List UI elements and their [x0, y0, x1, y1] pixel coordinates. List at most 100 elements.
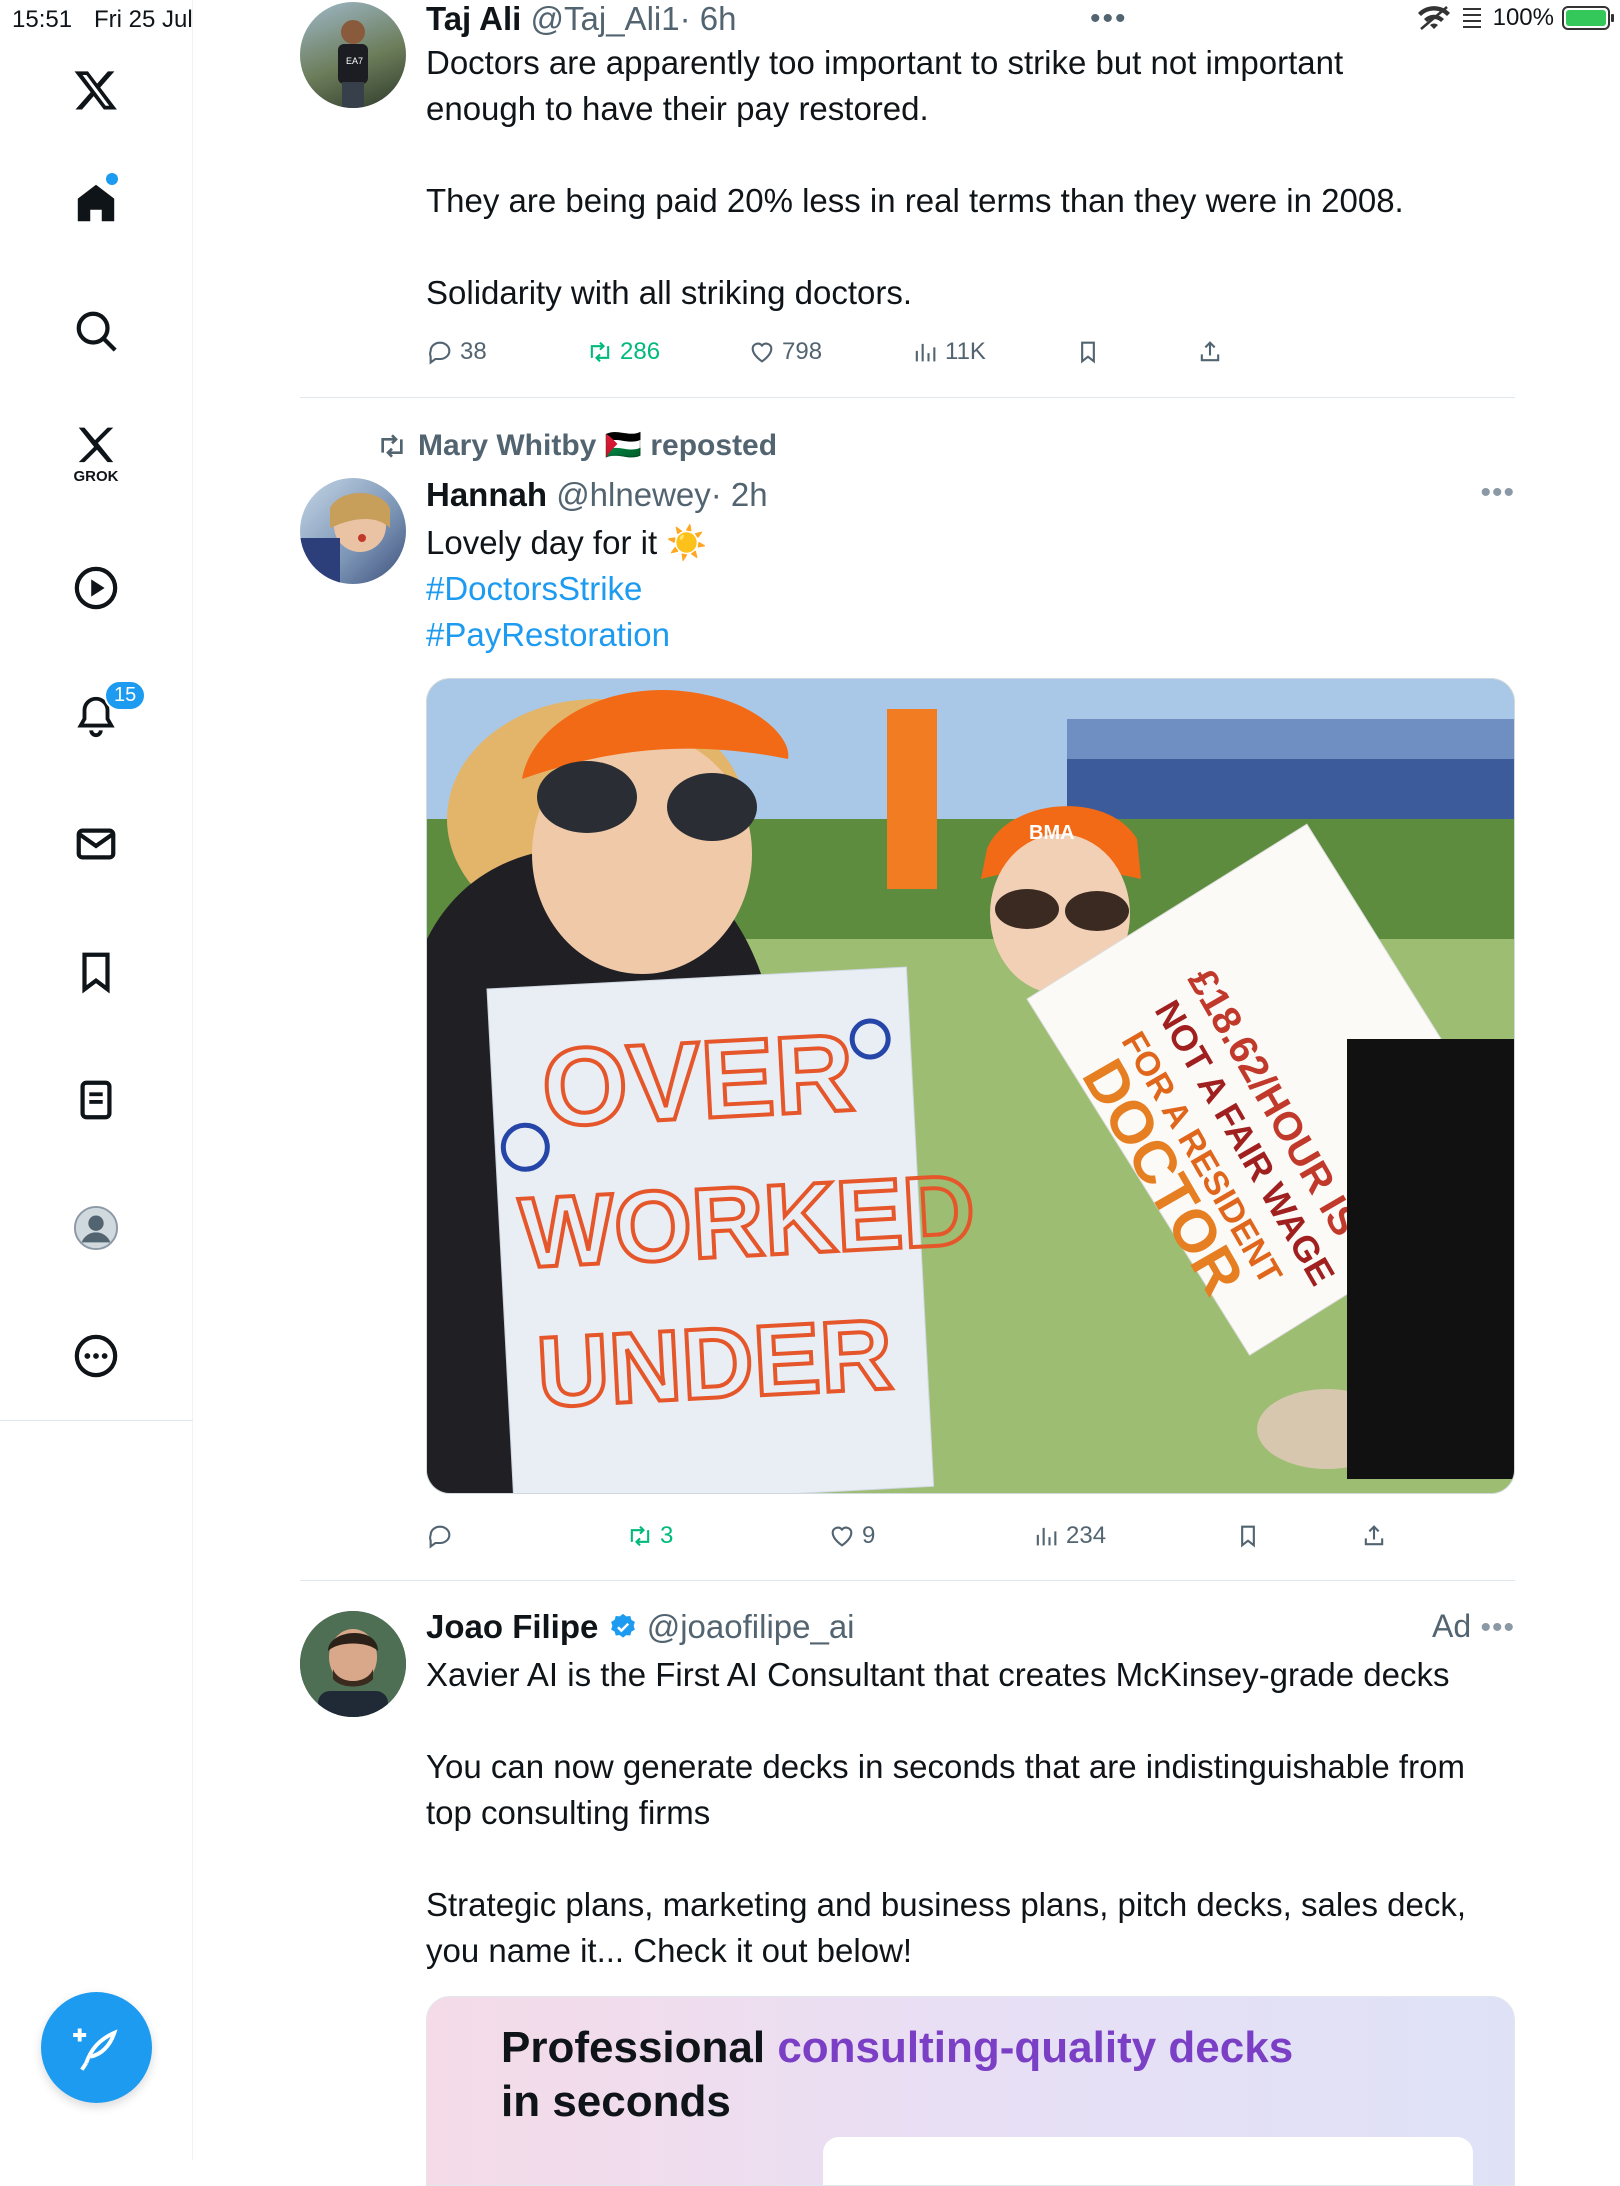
nav-messages[interactable]	[56, 804, 136, 884]
x-logo-icon[interactable]	[56, 50, 136, 130]
ad-card-title-part: in seconds	[501, 2077, 731, 2126]
tweet-header: Taj Ali @Taj_Ali1· 6h	[426, 0, 1515, 38]
bookmark-button[interactable]	[1074, 338, 1102, 366]
cap-text: BMA	[1029, 822, 1075, 844]
sign-left-line: OVER	[539, 1011, 857, 1150]
author-handle[interactable]: @hlnewey	[556, 476, 711, 513]
search-icon	[76, 311, 117, 352]
nav-profile[interactable]	[56, 1188, 136, 1268]
nav-grok[interactable]: GROK	[56, 410, 136, 490]
nav-explore[interactable]	[56, 291, 136, 371]
author-name[interactable]: Taj Ali	[426, 0, 521, 37]
views-count: 234	[1066, 1522, 1107, 1549]
like-count: 798	[782, 338, 823, 365]
ad-label: Ad	[1432, 1608, 1472, 1644]
avatar[interactable]: EA7	[300, 2, 406, 108]
verified-badge-icon	[610, 1613, 635, 1638]
repost-icon	[590, 341, 610, 363]
grok-icon	[78, 427, 114, 463]
avatar[interactable]	[300, 478, 406, 584]
tweet-actions: 3 9 234	[426, 1522, 1515, 1562]
tweet-line: Solidarity with all striking doctors.	[426, 274, 913, 311]
hashtag-link[interactable]: #DoctorsStrike	[426, 566, 1515, 612]
ad-menu[interactable]: Ad •••	[1432, 1608, 1515, 1645]
tweet-text: Doctors are apparently too important to …	[426, 40, 1515, 316]
repost-count: 3	[660, 1522, 674, 1549]
share-button[interactable]	[1360, 1522, 1388, 1550]
heart-icon	[831, 1526, 853, 1547]
tweet-line: enough to have their pay restored.	[426, 90, 929, 127]
nav-notifications[interactable]: 15	[56, 676, 147, 756]
tweet-line: You can now generate decks in seconds th…	[426, 1748, 1465, 1785]
nav-lists[interactable]	[56, 1060, 136, 1140]
reply-icon	[429, 1525, 451, 1549]
repost-count: 286	[620, 338, 661, 365]
views-button[interactable]: 234	[1032, 1522, 1106, 1550]
nav-home[interactable]	[56, 163, 136, 243]
profile-avatar-icon	[73, 1205, 119, 1251]
bookmark-icon	[1241, 1525, 1255, 1548]
tweet-photo[interactable]: BMA £18.62/HOUR IS NOT A FAIR WAGE FOR A…	[426, 678, 1515, 1494]
reply-button[interactable]	[426, 1522, 460, 1550]
bookmark-icon	[82, 952, 110, 994]
bookmark-icon	[1081, 341, 1095, 364]
views-count: 11K	[945, 338, 986, 365]
battery-icon	[1562, 6, 1614, 30]
views-chart-icon	[1036, 1527, 1057, 1546]
views-button[interactable]: 11K	[911, 338, 986, 366]
more-options-icon[interactable]: •••	[1480, 476, 1515, 510]
like-button[interactable]: 798	[748, 338, 822, 366]
play-icon	[74, 566, 118, 610]
svg-text:EA7: EA7	[346, 56, 363, 66]
tweet-separator	[300, 1580, 1515, 1581]
like-button[interactable]: 9	[828, 1522, 875, 1550]
tweet-line: Xavier AI is the First AI Consultant tha…	[426, 1656, 1450, 1693]
tweet-line: Doctors are apparently too important to …	[426, 44, 1344, 81]
nav-bookmarks[interactable]	[56, 932, 136, 1012]
sign-left-line: UNDER	[534, 1298, 895, 1428]
author-handle[interactable]: @Taj_Ali1	[531, 0, 680, 37]
repost-button[interactable]: 3	[626, 1522, 673, 1550]
sidebar: GROK 15	[0, 0, 193, 2160]
tweet-line: They are being paid 20% less in real ter…	[426, 182, 1404, 219]
tweet-time[interactable]: · 6h	[680, 0, 737, 37]
repost-button[interactable]: 286	[586, 338, 660, 366]
ad-card[interactable]: Professional consulting-quality decks in…	[426, 1996, 1515, 2186]
bookmark-button[interactable]	[1234, 1522, 1262, 1550]
author-name[interactable]: Hannah	[426, 476, 547, 513]
protest-photo: BMA £18.62/HOUR IS NOT A FAIR WAGE FOR A…	[427, 679, 1514, 1493]
list-icon	[80, 1080, 112, 1120]
repost-icon	[630, 1525, 650, 1547]
more-options-icon[interactable]: •••	[1480, 1611, 1515, 1644]
reply-button[interactable]: 38	[426, 338, 487, 366]
heart-icon	[751, 342, 773, 363]
share-icon	[1200, 341, 1220, 362]
reposted-by: Mary Whitby 🇵🇸 reposted	[418, 429, 778, 462]
tweet-line: top consulting firms	[426, 1794, 711, 1831]
share-icon	[1364, 1525, 1384, 1546]
repost-small-icon	[381, 433, 403, 458]
nav-more[interactable]	[56, 1316, 136, 1396]
share-button[interactable]	[1196, 338, 1224, 366]
author-name[interactable]: Joao Filipe	[426, 1608, 598, 1645]
avatar[interactable]	[300, 1611, 406, 1717]
tweet-separator	[300, 397, 1515, 398]
sign-left-line: WORKED	[517, 1154, 978, 1290]
sidebar-divider	[0, 1420, 193, 1421]
hashtag-link[interactable]: #PayRestoration	[426, 612, 1515, 658]
tweet-text: Xavier AI is the First AI Consultant tha…	[426, 1652, 1515, 1974]
author-handle[interactable]: @joaofilipe_ai	[647, 1608, 855, 1645]
reply-icon	[429, 341, 451, 365]
tweet-line: Strategic plans, marketing and business …	[426, 1886, 1467, 1923]
ad-card-title-part: Professional	[501, 2023, 778, 2072]
tweet-actions: 38 286 798 11K	[426, 338, 1515, 378]
compose-button[interactable]	[41, 1992, 152, 2103]
nav-video[interactable]	[56, 548, 136, 628]
views-chart-icon	[915, 343, 936, 362]
tweet-line: Lovely day for it ☀️	[426, 524, 708, 561]
ad-card-preview	[823, 2137, 1473, 2185]
home-unread-dot	[106, 173, 118, 185]
tweet-line: you name it... Check it out below!	[426, 1932, 913, 1969]
tweet-time[interactable]: · 2h	[711, 476, 768, 513]
repost-context[interactable]: Mary Whitby 🇵🇸 reposted	[376, 428, 777, 463]
